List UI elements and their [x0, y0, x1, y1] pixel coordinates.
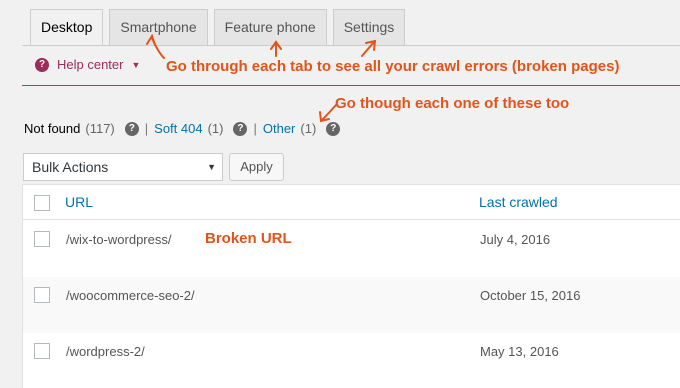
row-url[interactable]: /wordpress-2/ [66, 344, 145, 359]
status-filters: Not found (117) ? | Soft 404 (1) ? | Oth… [24, 121, 341, 136]
help-icon[interactable]: ? [233, 121, 248, 136]
help-icon[interactable]: ? [326, 121, 341, 136]
caret-down-icon: ▼ [131, 59, 141, 70]
crawl-errors-table: URL Last crawled /wix-to-wordpress/ Brok… [22, 184, 680, 388]
row-last-crawled: May 13, 2016 [480, 344, 559, 359]
row-last-crawled: July 4, 2016 [480, 232, 551, 247]
annotation-filters-note: Go though each one of these too [335, 95, 570, 112]
table-row: /wordpress-2/ May 13, 2016 [23, 333, 680, 388]
help-center-label: Help center [57, 57, 124, 72]
separator: | [253, 121, 257, 136]
annotation-tabs-note: Go through each tab to see all your craw… [166, 58, 620, 75]
filter-soft-404[interactable]: Soft 404 [154, 121, 202, 136]
row-checkbox[interactable] [34, 287, 50, 303]
help-icon[interactable]: ? [124, 121, 139, 136]
table-header: URL Last crawled [23, 185, 680, 220]
filter-not-found[interactable]: Not found [24, 121, 80, 136]
tab-desktop[interactable]: Desktop [30, 9, 104, 46]
select-all-checkbox[interactable] [34, 195, 50, 211]
row-url[interactable]: /woocommerce-seo-2/ [66, 288, 195, 303]
chevron-down-icon: ▼ [207, 162, 216, 172]
tab-bar: Desktop Smartphone Feature phone Setting… [30, 9, 406, 46]
tab-smartphone[interactable]: Smartphone [109, 9, 208, 45]
filter-soft-404-count: (1) [207, 121, 224, 136]
help-divider [22, 85, 680, 86]
table-row: /woocommerce-seo-2/ October 15, 2016 [23, 277, 680, 333]
bulk-actions-value: Bulk Actions [32, 159, 109, 175]
tab-settings[interactable]: Settings [332, 9, 406, 45]
row-url[interactable]: /wix-to-wordpress/ [66, 232, 171, 247]
separator: | [144, 121, 149, 136]
row-checkbox[interactable] [34, 343, 50, 359]
question-circle-icon: ? [35, 57, 49, 72]
tab-feature-phone[interactable]: Feature phone [213, 9, 327, 45]
tab-divider [22, 45, 680, 46]
filter-other-count: (1) [300, 121, 317, 136]
apply-button[interactable]: Apply [229, 153, 284, 181]
column-last-crawled[interactable]: Last crawled [479, 194, 558, 210]
row-checkbox[interactable] [34, 231, 50, 247]
column-url[interactable]: URL [65, 194, 93, 210]
filter-other[interactable]: Other [263, 121, 296, 136]
row-last-crawled: October 15, 2016 [480, 288, 581, 303]
help-center-toggle[interactable]: ? Help center ▼ [35, 57, 140, 72]
filter-not-found-count: (117) [85, 121, 115, 136]
table-row: /wix-to-wordpress/ Broken URL July 4, 20… [23, 221, 680, 277]
annotation-broken-url: Broken URL [205, 230, 292, 247]
bulk-actions-select[interactable]: Bulk Actions ▼ [23, 153, 223, 181]
